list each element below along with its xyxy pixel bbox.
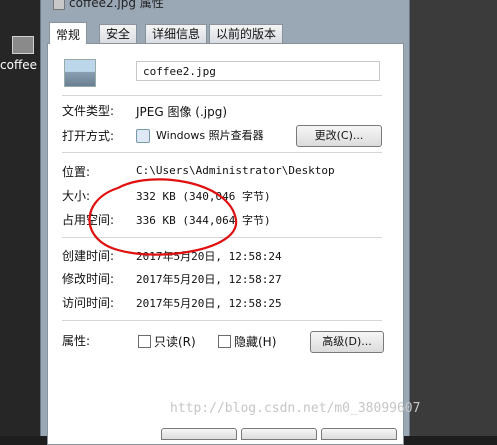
size-value: 332 KB (340,046 字节) bbox=[136, 190, 271, 203]
divider bbox=[62, 152, 382, 153]
readonly-label[interactable]: 只读(R) bbox=[154, 333, 196, 350]
general-panel: coffee2.jpg 文件类型: JPEG 图像 (.jpg) 打开方式: W… bbox=[47, 43, 404, 445]
window-title: coffee2.jpg 属性 bbox=[69, 0, 164, 10]
readonly-checkbox[interactable] bbox=[138, 335, 151, 348]
window-title-bar[interactable]: coffee2.jpg 属性 bbox=[53, 0, 164, 10]
modified-value: 2017年5月20日, 12:58:27 bbox=[136, 273, 282, 286]
tab-previous-versions[interactable]: 以前的版本 bbox=[209, 24, 284, 43]
open-with-label: 打开方式: bbox=[62, 129, 115, 143]
apply-button[interactable] bbox=[321, 428, 397, 440]
desktop-left-strip: coffee bbox=[0, 0, 40, 436]
created-value: 2017年5月20日, 12:58:24 bbox=[136, 250, 282, 263]
coffee-file-icon[interactable] bbox=[12, 36, 34, 54]
file-type-label: 文件类型: bbox=[62, 104, 115, 118]
file-type-value: JPEG 图像 (.jpg) bbox=[136, 105, 228, 119]
divider bbox=[62, 95, 382, 96]
advanced-button[interactable]: 高级(D)... bbox=[310, 331, 384, 353]
ok-button[interactable] bbox=[161, 428, 237, 440]
open-with-app: Windows 照片查看器 bbox=[156, 129, 264, 142]
accessed-value: 2017年5月20日, 12:58:25 bbox=[136, 297, 282, 310]
tab-details[interactable]: 详细信息 bbox=[145, 24, 208, 43]
properties-window: coffee2.jpg 属性 常规 安全 详细信息 以前的版本 coffee2.… bbox=[40, 0, 410, 445]
hidden-checkbox[interactable] bbox=[218, 335, 231, 348]
accessed-label: 访问时间: bbox=[62, 296, 115, 310]
location-label: 位置: bbox=[62, 165, 91, 179]
desktop-icon-label[interactable]: coffee bbox=[0, 58, 37, 72]
change-button[interactable]: 更改(C)... bbox=[296, 125, 382, 147]
divider bbox=[62, 320, 382, 321]
size-on-disk-value: 336 KB (344,064 字节) bbox=[136, 214, 271, 227]
size-label: 大小: bbox=[62, 189, 91, 203]
file-thumbnail-icon bbox=[64, 59, 96, 87]
watermark-url: http://blog.csdn.net/m0_38099607 bbox=[170, 401, 421, 416]
size-on-disk-label: 占用空间: bbox=[62, 213, 115, 227]
tab-general[interactable]: 常规 bbox=[49, 22, 88, 44]
open-with-value: Windows 照片查看器 bbox=[136, 127, 264, 143]
photo-viewer-icon bbox=[136, 129, 150, 143]
tab-security[interactable]: 安全 bbox=[99, 24, 138, 43]
modified-label: 修改时间: bbox=[62, 272, 115, 286]
created-label: 创建时间: bbox=[62, 249, 115, 263]
hidden-label[interactable]: 隐藏(H) bbox=[234, 333, 276, 350]
location-value: C:\Users\Administrator\Desktop bbox=[136, 164, 335, 177]
cancel-button[interactable] bbox=[241, 428, 317, 440]
image-file-icon bbox=[53, 0, 65, 10]
divider bbox=[62, 237, 382, 238]
attributes-label: 属性: bbox=[62, 334, 91, 348]
desktop-right-strip bbox=[408, 0, 497, 436]
filename-input[interactable]: coffee2.jpg bbox=[136, 61, 380, 81]
